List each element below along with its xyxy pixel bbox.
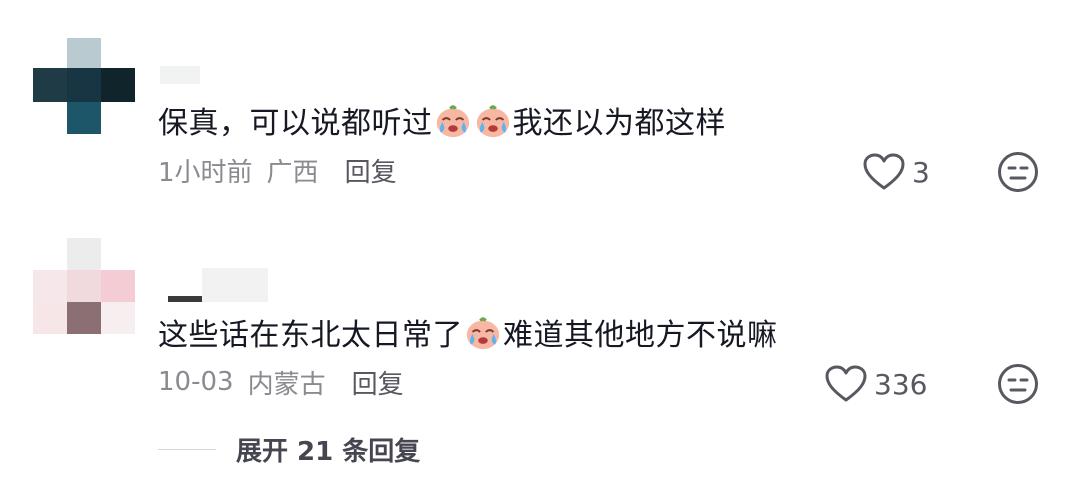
comment-location: 内蒙古 bbox=[247, 369, 326, 400]
crying-face-emoji-icon bbox=[476, 105, 509, 138]
comment-meta: 10-03 内蒙古 回复 bbox=[158, 364, 404, 400]
heart-icon bbox=[863, 153, 905, 190]
crying-face-emoji-icon bbox=[436, 105, 469, 138]
username-blurred[interactable] bbox=[168, 268, 268, 302]
comment-time: 1小时前 bbox=[158, 157, 253, 188]
like-button[interactable]: 3 bbox=[862, 150, 930, 194]
heart-icon bbox=[825, 365, 867, 402]
like-button[interactable]: 336 bbox=[824, 362, 927, 406]
avatar[interactable] bbox=[33, 38, 135, 134]
comment-location: 广西 bbox=[266, 157, 319, 188]
dislike-face-icon[interactable] bbox=[997, 151, 1039, 193]
divider bbox=[158, 449, 216, 450]
comment-text: 保真，可以说都听过 我还以为都这样 bbox=[158, 98, 726, 142]
comment-meta: 1小时前 广西 回复 bbox=[158, 152, 397, 188]
comment-text: 这些话在东北太日常了 难道其他地方不说嘛 bbox=[158, 310, 778, 354]
crying-face-emoji-icon bbox=[466, 317, 500, 350]
dislike-face-icon[interactable] bbox=[997, 363, 1039, 405]
reply-button[interactable]: 回复 bbox=[352, 364, 404, 401]
expand-replies-label: 展开 21 条回复 bbox=[236, 437, 421, 467]
expand-replies-button[interactable]: 展开 21 条回复 bbox=[158, 431, 420, 468]
avatar[interactable] bbox=[33, 238, 135, 334]
username-blurred[interactable] bbox=[160, 66, 200, 84]
comment-time: 10-03 bbox=[158, 367, 234, 397]
comment-text-part: 这些话在东北太日常了 bbox=[158, 318, 463, 353]
comment-text-part: 我还以为都这样 bbox=[512, 106, 726, 141]
like-count: 3 bbox=[912, 155, 930, 189]
reply-button[interactable]: 回复 bbox=[345, 152, 397, 189]
comment-text-part: 保真，可以说都听过 bbox=[158, 106, 433, 141]
comment-text-part: 难道其他地方不说嘛 bbox=[503, 318, 778, 353]
like-count: 336 bbox=[874, 367, 928, 401]
